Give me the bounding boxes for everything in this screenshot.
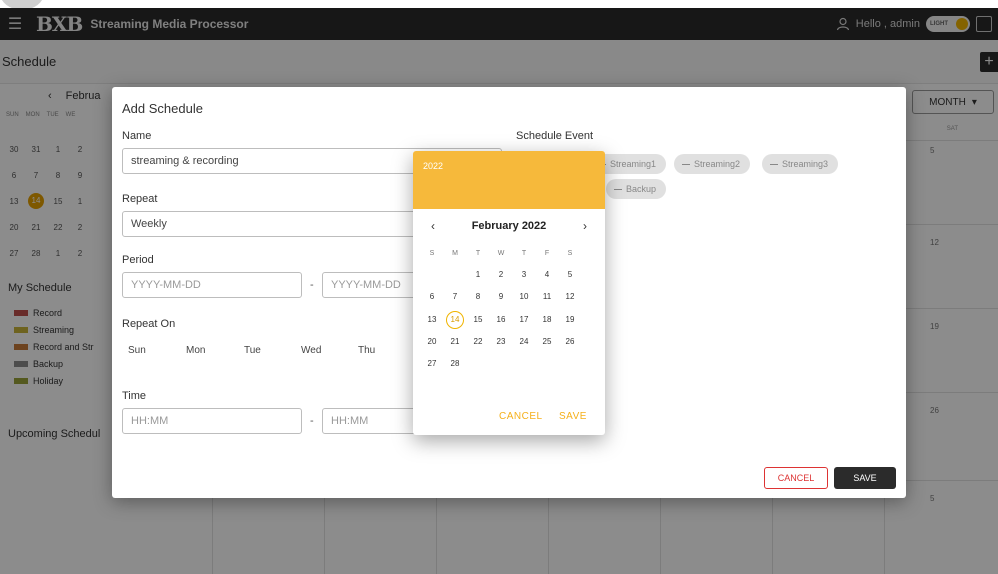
day-toggle-wed[interactable]: Wed (301, 345, 321, 356)
date-picker-day[interactable]: 18 (538, 311, 556, 329)
date-picker-day[interactable]: 25 (538, 333, 556, 351)
save-button[interactable]: SAVE (834, 467, 896, 489)
event-chip[interactable]: Backup (606, 179, 667, 199)
date-picker-day[interactable]: 2 (492, 266, 510, 284)
period-label: Period (122, 254, 154, 266)
date-picker: 2022 ‹ February 2022 › SMTWTFS 123456789… (413, 151, 605, 435)
date-picker-dow: S (429, 250, 435, 257)
date-picker-dow: M (452, 250, 458, 257)
dash-icon (614, 188, 622, 190)
date-picker-day[interactable]: 27 (423, 355, 441, 373)
name-label: Name (122, 130, 152, 142)
date-picker-dow: F (544, 250, 550, 257)
date-picker-year[interactable]: 2022 (423, 161, 443, 171)
date-picker-day[interactable]: 4 (538, 266, 556, 284)
chevron-left-icon[interactable]: ‹ (431, 219, 435, 233)
range-dash: - (310, 279, 314, 291)
date-picker-save-button[interactable]: SAVE (559, 411, 587, 422)
date-picker-dow: S (567, 250, 573, 257)
dialog-title: Add Schedule (122, 101, 203, 116)
date-picker-day[interactable]: 24 (515, 333, 533, 351)
date-picker-day[interactable]: 1 (469, 266, 487, 284)
date-picker-day[interactable]: 13 (423, 311, 441, 329)
period-start-input[interactable]: YYYY-MM-DD (122, 272, 302, 298)
day-toggle-sun[interactable]: Sun (128, 345, 146, 356)
date-picker-day[interactable]: 6 (423, 288, 441, 306)
date-picker-day[interactable]: 26 (561, 333, 579, 351)
date-picker-day[interactable]: 23 (492, 333, 510, 351)
date-picker-day[interactable]: 12 (561, 288, 579, 306)
range-dash: - (310, 415, 314, 427)
date-picker-day[interactable]: 19 (561, 311, 579, 329)
date-picker-day[interactable]: 22 (469, 333, 487, 351)
date-picker-nav: ‹ February 2022 › (413, 217, 605, 235)
date-picker-day-selected[interactable]: 14 (446, 311, 464, 329)
date-picker-dow: T (475, 250, 481, 257)
date-picker-day[interactable]: 7 (446, 288, 464, 306)
time-start-input[interactable]: HH:MM (122, 408, 302, 434)
dash-icon (682, 163, 690, 165)
date-picker-day[interactable]: 9 (492, 288, 510, 306)
date-picker-month: February 2022 (471, 220, 547, 232)
day-toggle-tue[interactable]: Tue (244, 345, 261, 356)
date-picker-day[interactable]: 21 (446, 333, 464, 351)
event-chip-label: Streaming3 (782, 159, 829, 169)
event-chip[interactable]: Streaming3 (762, 154, 839, 174)
date-picker-dow: W (497, 250, 505, 257)
date-picker-day[interactable]: 20 (423, 333, 441, 351)
date-picker-day[interactable]: 5 (561, 266, 579, 284)
date-picker-day[interactable]: 16 (492, 311, 510, 329)
repeat-on-label: Repeat On (122, 318, 176, 330)
event-chip-label: Streaming1 (610, 159, 657, 169)
schedule-event-label: Schedule Event (516, 130, 594, 142)
time-label: Time (122, 390, 147, 402)
date-picker-day[interactable]: 10 (515, 288, 533, 306)
date-picker-header: 2022 (413, 151, 605, 209)
chevron-right-icon[interactable]: › (583, 219, 587, 233)
repeat-label: Repeat (122, 193, 158, 205)
date-picker-day[interactable]: 11 (538, 288, 556, 306)
cancel-button[interactable]: CANCEL (764, 467, 828, 489)
event-chip-label: Streaming2 (694, 159, 741, 169)
date-picker-day[interactable]: 8 (469, 288, 487, 306)
date-picker-day[interactable]: 3 (515, 266, 533, 284)
day-toggle-mon[interactable]: Mon (186, 345, 205, 356)
date-picker-day[interactable]: 17 (515, 311, 533, 329)
date-picker-day[interactable]: 28 (446, 355, 464, 373)
date-picker-day[interactable]: 15 (469, 311, 487, 329)
date-picker-dow: T (521, 250, 527, 257)
date-picker-cancel-button[interactable]: CANCEL (499, 411, 543, 422)
event-chip[interactable]: Streaming2 (674, 154, 751, 174)
day-toggle-thu[interactable]: Thu (358, 345, 375, 356)
event-chip-label: Backup (626, 184, 657, 194)
dash-icon (770, 163, 778, 165)
